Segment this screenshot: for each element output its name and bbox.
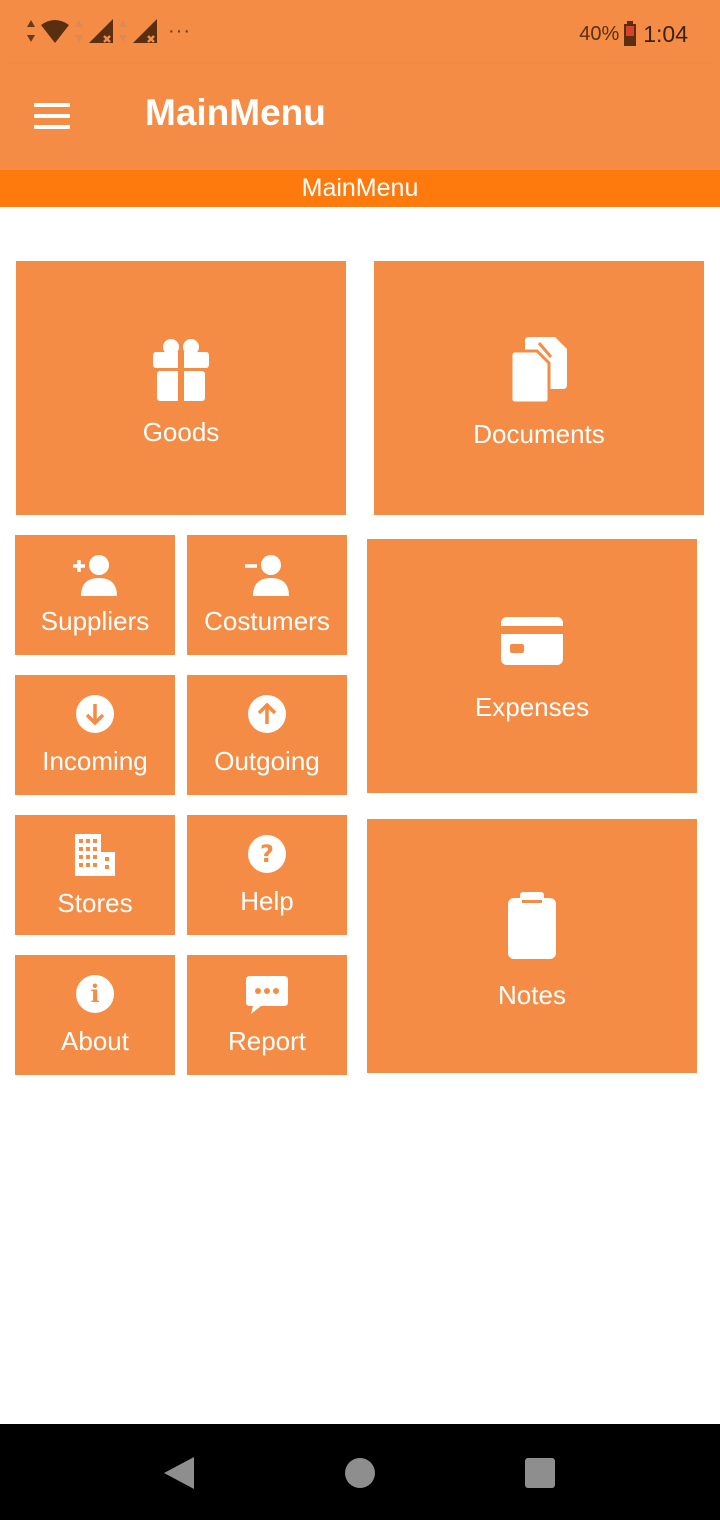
app-bar: [0, 64, 720, 170]
outgoing-label: Outgoing: [214, 745, 320, 776]
notes-label: Notes: [498, 979, 566, 1010]
svg-text:?: ?: [260, 840, 274, 868]
arrow-down-circle-icon: [75, 694, 115, 734]
costumers-label: Costumers: [204, 605, 330, 636]
notification-overflow: ···: [168, 19, 191, 42]
documents-label: Documents: [473, 418, 605, 449]
outgoing-tile[interactable]: Outgoing: [187, 675, 347, 795]
documents-tile[interactable]: Documents: [374, 261, 704, 515]
arrow-up-circle-icon: [247, 694, 287, 734]
help-tile[interactable]: ? Help: [187, 815, 347, 935]
recents-square-icon[interactable]: [519, 1452, 561, 1494]
documents-icon: [509, 335, 569, 405]
credit-card-icon: [500, 616, 564, 666]
about-tile[interactable]: i About: [15, 955, 175, 1075]
system-nav-bar: [0, 1424, 720, 1520]
suppliers-tile[interactable]: Suppliers: [15, 535, 175, 655]
incoming-tile[interactable]: Incoming: [15, 675, 175, 795]
incoming-label: Incoming: [42, 745, 148, 776]
chat-bubble-icon: [245, 974, 289, 1016]
suppliers-label: Suppliers: [40, 605, 150, 636]
question-circle-icon: ?: [247, 834, 287, 874]
sub-header: MainMenu: [0, 170, 720, 207]
goods-label: Goods: [142, 416, 220, 447]
status-bar: ··· 40% 1:04: [0, 0, 720, 64]
expenses-label: Expenses: [474, 691, 590, 722]
svg-text:i: i: [90, 979, 99, 1008]
back-triangle-icon[interactable]: [157, 1452, 199, 1494]
user-minus-icon: [243, 554, 291, 598]
wifi-icon: [41, 20, 69, 43]
expenses-tile[interactable]: Expenses: [367, 539, 697, 793]
report-tile[interactable]: Report: [187, 955, 347, 1075]
help-label: Help: [240, 885, 294, 916]
signal-icon-sim2: [133, 19, 157, 43]
data-arrows-icon-3: [119, 20, 127, 42]
data-arrows-icon: [27, 20, 35, 42]
clipboard-icon: [507, 891, 557, 960]
clock: 1:04: [643, 20, 688, 47]
stores-label: Stores: [57, 887, 133, 918]
home-circle-icon[interactable]: [339, 1452, 381, 1494]
costumers-tile[interactable]: Costumers: [187, 535, 347, 655]
data-arrows-icon-2: [75, 20, 83, 42]
notes-tile[interactable]: Notes: [367, 819, 697, 1073]
building-icon: [73, 832, 117, 878]
battery-percent: 40%: [579, 22, 620, 45]
about-label: About: [61, 1025, 129, 1056]
status-icons-right: 40% 1:04: [579, 18, 688, 50]
user-plus-icon: [71, 554, 119, 598]
app-title: MainMenu: [145, 92, 326, 133]
battery-icon: [624, 21, 637, 46]
stores-tile[interactable]: Stores: [15, 815, 175, 935]
goods-tile[interactable]: Goods: [16, 261, 346, 515]
info-circle-icon: i: [75, 974, 115, 1014]
hamburger-menu-icon[interactable]: [26, 96, 78, 136]
gift-icon: [151, 337, 211, 403]
report-label: Report: [227, 1025, 307, 1056]
screen: ··· 40% 1:04 MainMenu MainMenu Goods Doc…: [0, 0, 720, 1520]
status-icons-left: ···: [26, 14, 191, 48]
signal-icon-sim1: [89, 19, 113, 43]
